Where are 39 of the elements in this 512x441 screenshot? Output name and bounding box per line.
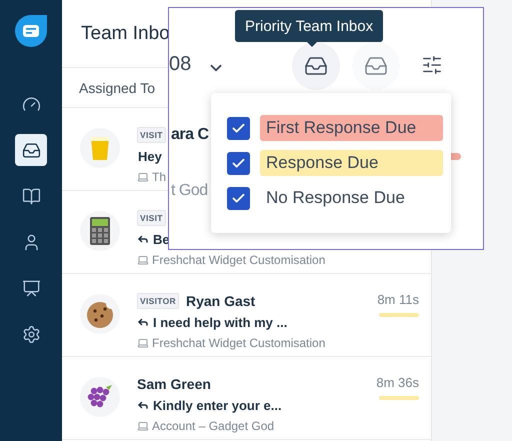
conversation-count: 08	[169, 53, 192, 76]
inbox-tray-icon[interactable]	[352, 42, 400, 90]
tooltip: Priority Team Inbox	[235, 10, 384, 42]
laptop-icon	[137, 254, 149, 266]
wait-time: 8m 11s	[377, 292, 419, 307]
inbox-icon[interactable]	[15, 134, 47, 166]
checkbox[interactable]	[227, 116, 250, 140]
filter-option[interactable]: First Response Due	[260, 115, 443, 141]
partial-text: ara C	[171, 126, 209, 144]
laptop-icon	[137, 171, 149, 183]
conversation-source: Freshchat Widget Customisation	[152, 253, 326, 267]
conversation-source: Account – Gadget God	[152, 419, 274, 433]
filter-option[interactable]: No Response Due	[260, 185, 443, 211]
grapes-icon	[80, 377, 120, 417]
visitor-tag: VISIT	[137, 210, 166, 226]
message-preview: I need help with my ...	[153, 314, 288, 330]
conversation-source: Freshchat Widget Customisation	[152, 336, 326, 350]
filter-option[interactable]: Response Due	[260, 150, 443, 176]
priority-inbox-icon[interactable]	[292, 42, 340, 90]
chat-logo-icon[interactable]	[14, 14, 48, 48]
visitor-tag: VISITOR	[137, 293, 179, 309]
assignment-filter[interactable]: Assigned To	[79, 80, 156, 96]
calculator-icon	[80, 211, 120, 251]
checkbox[interactable]	[227, 186, 250, 210]
filter-settings-icon[interactable]	[421, 54, 443, 76]
partial-text: t God	[171, 182, 208, 200]
checkbox[interactable]	[227, 152, 250, 174]
contact-name: Sam Green	[137, 376, 211, 392]
message-preview: Hey	[138, 148, 162, 164]
laptop-icon	[137, 337, 149, 349]
message-preview: Kindly enter your e...	[153, 398, 282, 412]
page-title: Team Inbo	[81, 22, 170, 44]
laptop-icon	[137, 420, 149, 432]
wait-time: 8m 36s	[376, 375, 419, 390]
drink-glass-icon	[80, 128, 120, 168]
conversation-source: Th	[152, 170, 166, 184]
contact-name: Ryan Gast	[186, 293, 256, 309]
visitor-tag: VISIT	[137, 127, 166, 143]
cookie-icon	[80, 294, 120, 334]
